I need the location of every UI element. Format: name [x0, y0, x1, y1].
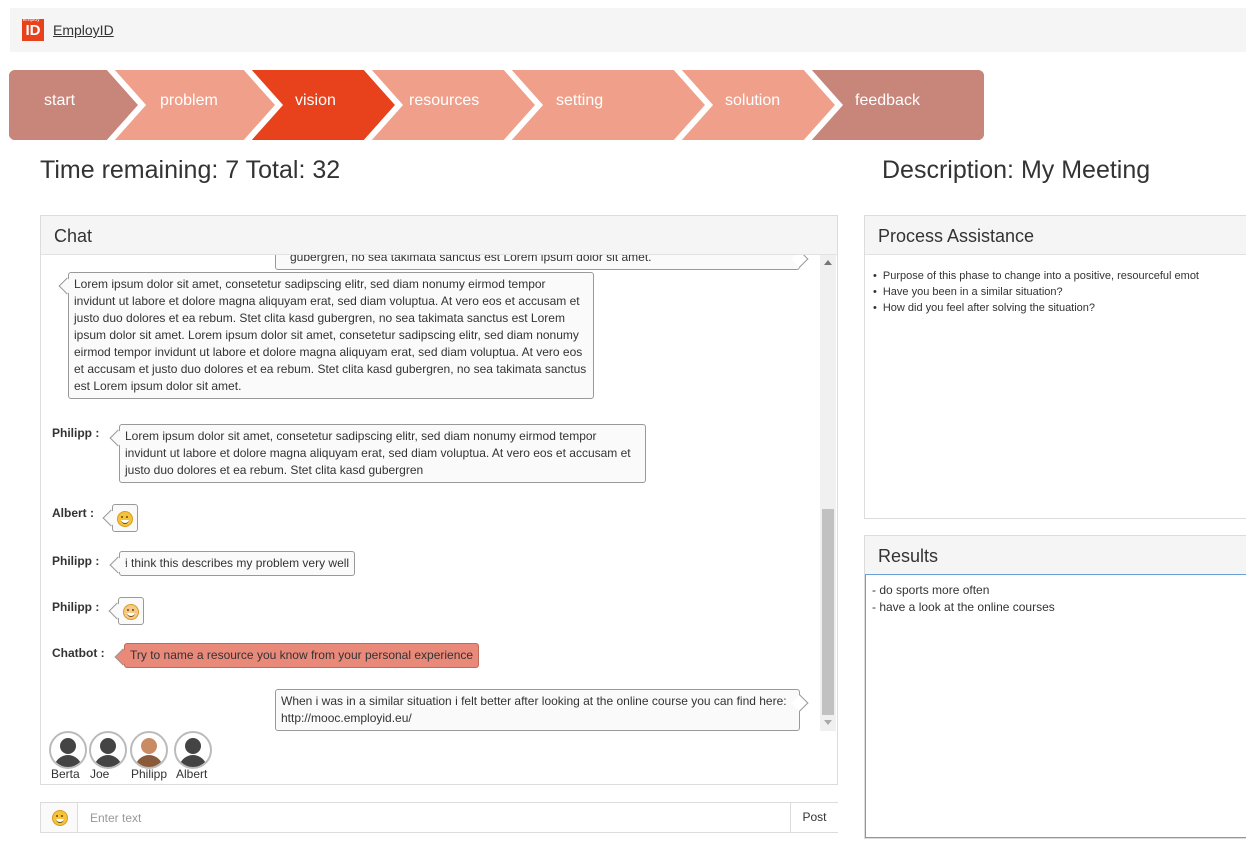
- chat-message-emoji: [118, 597, 144, 625]
- step-vision-label: vision: [295, 92, 336, 109]
- results-textarea[interactable]: - do sports more often - have a look at …: [865, 574, 1246, 838]
- results-line: - do sports more often: [872, 583, 990, 597]
- chat-message-left: Lorem ipsum dolor sit amet, consetetur s…: [119, 424, 646, 483]
- chat-title: Chat: [54, 226, 93, 246]
- grin-emoji-icon: [117, 511, 133, 527]
- step-feedback-label: feedback: [855, 92, 920, 109]
- top-bar: Employ ID EmployID: [10, 8, 1246, 52]
- process-assistance-title: Process Assistance: [878, 226, 1035, 246]
- chat-message-left: i think this describes my problem very w…: [119, 551, 356, 576]
- step-problem-label: problem: [160, 92, 218, 109]
- list-item: How did you feel after solving the situa…: [873, 300, 1199, 316]
- sender-name: Chatbot :: [52, 646, 105, 660]
- results-header: Results: [865, 536, 1246, 575]
- results-line: - have a look at the online courses: [872, 600, 1055, 614]
- chat-text-input[interactable]: [78, 803, 788, 832]
- message-text: Try to name a resource you know from you…: [130, 648, 474, 662]
- chatbot-message: Try to name a resource you know from you…: [124, 643, 480, 668]
- post-button[interactable]: Post: [790, 803, 838, 832]
- chat-panel: Chat gubergren, no sea takimata sanctus …: [40, 215, 838, 785]
- sender-name: Philipp :: [52, 554, 100, 568]
- participant-name: Joe: [90, 767, 110, 781]
- message-text: Lorem ipsum dolor sit amet, consetetur s…: [125, 429, 631, 477]
- message-text: i think this describes my problem very w…: [125, 556, 350, 570]
- participant-name: Albert: [176, 767, 208, 781]
- chat-scrollbar[interactable]: [820, 255, 836, 731]
- participant-name: Berta: [51, 767, 80, 781]
- step-solution-label: solution: [725, 92, 781, 109]
- chat-message-left: Lorem ipsum dolor sit amet, consetetur s…: [68, 272, 594, 399]
- list-item: Purpose of this phase to change into a p…: [873, 268, 1199, 284]
- time-remaining-title: Time remaining: 7 Total: 32: [40, 156, 341, 184]
- scroll-thumb[interactable]: [822, 509, 834, 715]
- sender-name: Philipp :: [52, 600, 100, 614]
- avatar-icon[interactable]: [49, 731, 87, 769]
- participant-name: Philipp: [131, 767, 168, 781]
- description-title: Description: My Meeting: [882, 156, 1151, 184]
- list-item: Have you been in a similar situation?: [873, 284, 1199, 300]
- chat-header: Chat: [41, 216, 837, 255]
- logo-text: ID: [25, 22, 41, 39]
- scroll-down-arrow-icon[interactable]: [824, 720, 832, 725]
- emoji-picker-button[interactable]: [41, 803, 78, 832]
- message-text: Lorem ipsum dolor sit amet, consetetur s…: [74, 277, 587, 393]
- process-assistance-header: Process Assistance: [865, 216, 1246, 255]
- avatar-photo[interactable]: [130, 731, 168, 769]
- process-assistance-list: Purpose of this phase to change into a p…: [873, 268, 1199, 316]
- avatar-icon[interactable]: [174, 731, 212, 769]
- results-panel: Results - do sports more often - have a …: [864, 535, 1246, 839]
- step-setting-goals-label: setting goals: [556, 92, 604, 109]
- chat-message-right: gubergren, no sea takimata sanctus est L…: [275, 255, 800, 270]
- chat-message-right: When i was in a similar situation i felt…: [275, 689, 800, 731]
- progress-steps: start problem vision resources setting g…: [9, 70, 984, 140]
- results-title: Results: [878, 546, 939, 566]
- smiley-icon: [52, 810, 68, 826]
- chat-message-emoji: [112, 504, 138, 532]
- scroll-up-arrow-icon[interactable]: [824, 260, 832, 265]
- sender-name: Albert :: [52, 506, 94, 520]
- step-resources-label: resources: [409, 92, 480, 109]
- message-text: gubergren, no sea takimata sanctus est L…: [290, 255, 652, 264]
- sender-name: Philipp :: [52, 426, 100, 440]
- avatar-icon[interactable]: [89, 731, 127, 769]
- process-assistance-panel: Process Assistance Purpose of this phase…: [864, 215, 1246, 519]
- message-text: When i was in a similar situation i felt…: [281, 694, 787, 725]
- step-start-label: start: [44, 92, 76, 109]
- logo-small-text: Employ: [23, 17, 40, 23]
- chat-input-row: Post: [40, 802, 838, 833]
- employid-logo[interactable]: Employ ID: [22, 17, 44, 41]
- chat-messages[interactable]: gubergren, no sea takimata sanctus est L…: [42, 255, 819, 731]
- participants: Berta Joe Philipp Albert: [49, 731, 449, 781]
- steps-chevrons: [9, 70, 984, 140]
- brand-link[interactable]: EmployID: [53, 22, 114, 38]
- blush-emoji-icon: [123, 604, 139, 620]
